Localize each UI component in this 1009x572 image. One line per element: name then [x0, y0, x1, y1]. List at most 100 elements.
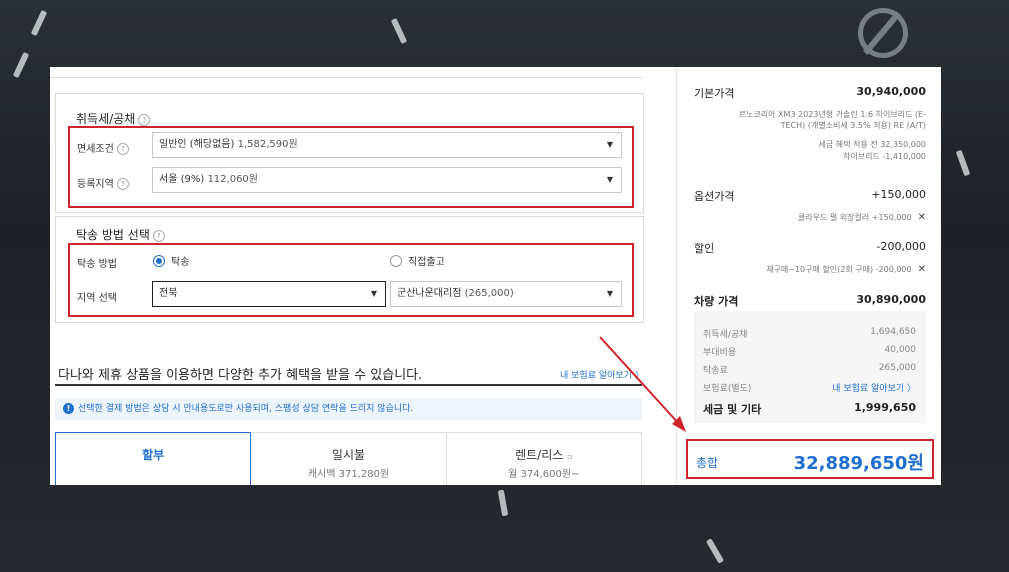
summary-tax-label: 취득세/공채	[703, 330, 748, 340]
vehicle-price-row: 차량 가격 30,890,000	[694, 293, 926, 309]
discount-row: 할인 -200,000	[694, 240, 926, 256]
close-icon[interactable]: ✕	[918, 212, 926, 223]
region-label-text: 등록지역	[77, 179, 114, 190]
cost-summary-box: 취득세/공채 1,694,650 부대비용 40,000 탁송료 265,000 보험…	[694, 311, 926, 423]
summary-total-row: 세금 및 기타 1,999,650	[703, 401, 916, 417]
summary-total-value: 1,999,650	[854, 401, 916, 414]
summary-tax-row: 취득세/공채 1,694,650	[703, 327, 916, 340]
summary-extra-row: 부대비용 40,000	[703, 345, 916, 358]
exemption-select-value: 일반인 (해당없음)	[159, 139, 235, 150]
pre-tax-label: 세금 혜택 적용 전	[818, 140, 878, 149]
close-icon[interactable]: ✕	[918, 264, 926, 275]
tax-section-title: 취득세/공채?	[76, 110, 151, 127]
summary-insurance-row: 보험료(별도) 내 보험료 알아보기 〉	[703, 381, 916, 394]
tab-installment-label: 할부	[142, 448, 165, 462]
summary-tax-value: 1,694,650	[870, 327, 916, 337]
price-calculator-panel: 취득세/공채? 면세조건? 일반인 (해당없음) 1,582,590원 ▼ 등록…	[50, 67, 941, 485]
tab-rent-lease-sub: 월 374,600원~	[508, 469, 580, 480]
promo-divider	[55, 384, 642, 386]
base-price-value: 30,940,000	[856, 85, 926, 98]
help-icon[interactable]: ?	[116, 143, 129, 155]
base-price-row: 기본가격 30,940,000	[694, 85, 926, 101]
road-marking	[12, 51, 30, 79]
price-summary-column: 기본가격 30,940,000 르노코리아 XM3 2023년형 가솔린 1.6…	[676, 67, 941, 485]
tab-lump-sum-label: 일시불	[331, 448, 366, 462]
help-icon[interactable]: ?	[152, 229, 165, 242]
tab-installment[interactable]: 할부	[55, 432, 252, 485]
tab-rent-lease-label: 렌트/리스	[515, 448, 564, 462]
discount-item-label: 재구매~10구매 할인(2회 구매)	[766, 265, 874, 274]
delivery-region-value: 전북	[159, 288, 178, 299]
base-desc-line1: 르노코리아 XM3 2023년형 가솔린 1.6 하이브리드 (E-	[738, 110, 926, 119]
road-marking	[497, 489, 509, 517]
insurance-link[interactable]: 내 보험료 알아보기 〉	[560, 368, 644, 381]
chevron-down-icon: ▼	[606, 140, 613, 149]
delivery-section-title: 탁송 방법 선택?	[76, 226, 165, 243]
chevron-down-icon: ▼	[606, 175, 613, 184]
summary-delivery-label: 탁송료	[703, 366, 728, 376]
radio-selected-icon	[153, 254, 165, 267]
road-marking	[390, 17, 408, 45]
help-icon[interactable]: ?	[116, 178, 129, 190]
radio-delivery[interactable]: 탁송	[153, 253, 189, 268]
pre-tax-value: 32,350,000	[880, 140, 926, 149]
radio-direct-release[interactable]: 직접출고	[390, 253, 445, 268]
grand-total-box: 총합 32,889,650원	[686, 439, 934, 479]
grand-total-label: 총합	[696, 456, 719, 470]
chevron-down-icon: ▼	[370, 289, 377, 298]
summary-insurance-link[interactable]: 내 보험료 알아보기 〉	[832, 381, 916, 394]
exemption-label-text: 면세조건	[77, 144, 114, 155]
radio-delivery-label: 탁송	[171, 257, 190, 268]
delivery-region-select[interactable]: 전북 ▼	[152, 281, 386, 307]
region-amount: 112,060원	[207, 174, 258, 185]
left-column: 취득세/공채? 면세조건? 일반인 (해당없음) 1,582,590원 ▼ 등록…	[50, 67, 674, 485]
delivery-method-label: 탁송 방법	[77, 259, 117, 270]
summary-delivery-value: 265,000	[878, 363, 916, 373]
option-item-label: 클라우드 펄 외장컬러	[797, 213, 870, 222]
summary-delivery-row: 탁송료 265,000	[703, 363, 916, 376]
radio-unselected-icon	[390, 254, 402, 267]
chevron-down-icon: ▼	[606, 289, 613, 298]
discount-item-row: 재구매~10구매 할인(2회 구매) -200,000 ✕	[694, 264, 926, 275]
option-item-value: +150,000	[871, 213, 912, 222]
option-item-row: 클라우드 펄 외장컬러 +150,000 ✕	[694, 212, 926, 223]
popup-icon: ▫	[567, 452, 573, 461]
branch-value: 군산나운대리점	[397, 288, 462, 299]
base-price-description: 르노코리아 XM3 2023년형 가솔린 1.6 하이브리드 (E- TECH)…	[694, 109, 926, 131]
road-marking	[30, 9, 48, 37]
road-marking	[955, 149, 971, 177]
info-icon: !	[63, 403, 74, 414]
tab-lump-sum[interactable]: 일시불 캐시백 371,280원	[251, 433, 447, 485]
exemption-amount: 1,582,590원	[237, 139, 298, 150]
hybrid-label: 하이브리드	[843, 152, 880, 161]
option-price-label: 옵션가격	[694, 190, 735, 203]
option-price-value: +150,000	[871, 188, 926, 201]
branch-amount: (265,000)	[464, 288, 514, 299]
vehicle-price-value: 30,890,000	[856, 293, 926, 306]
promo-text: 다나와 제휴 상품을 이용하면 다양한 추가 혜택을 받을 수 있습니다.	[58, 368, 423, 383]
grand-total-value: 32,889,650원	[793, 453, 924, 474]
branch-select[interactable]: 군산나운대리점 (265,000) ▼	[390, 281, 622, 307]
base-price-label: 기본가격	[694, 87, 735, 100]
summary-extra-label: 부대비용	[703, 348, 737, 358]
exemption-select[interactable]: 일반인 (해당없음) 1,582,590원 ▼	[152, 132, 622, 158]
region-select[interactable]: 서울 (9%) 112,060원 ▼	[152, 167, 622, 193]
delivery-region-label: 지역 선택	[77, 293, 117, 304]
hybrid-row: 하이브리드 -1,410,000	[694, 151, 926, 162]
no-entry-sign-icon	[858, 8, 908, 58]
top-divider	[50, 67, 642, 78]
delivery-section-title-text: 탁송 방법 선택	[76, 228, 150, 242]
pre-tax-row: 세금 혜택 적용 전 32,350,000	[694, 139, 926, 150]
radio-direct-label: 직접출고	[408, 257, 445, 268]
hybrid-value: -1,410,000	[882, 152, 926, 161]
tab-rent-lease[interactable]: 렌트/리스 ▫ 월 374,600원~	[447, 433, 641, 485]
summary-extra-value: 40,000	[884, 345, 917, 355]
region-select-value: 서울 (9%)	[159, 174, 205, 185]
discount-value: -200,000	[876, 240, 926, 253]
region-label: 등록지역?	[77, 175, 129, 190]
discount-item-value: -200,000	[875, 265, 912, 274]
option-price-row: 옵션가격 +150,000	[694, 188, 926, 204]
help-icon[interactable]: ?	[138, 113, 151, 126]
discount-label: 할인	[694, 242, 715, 255]
road-marking	[705, 538, 725, 564]
